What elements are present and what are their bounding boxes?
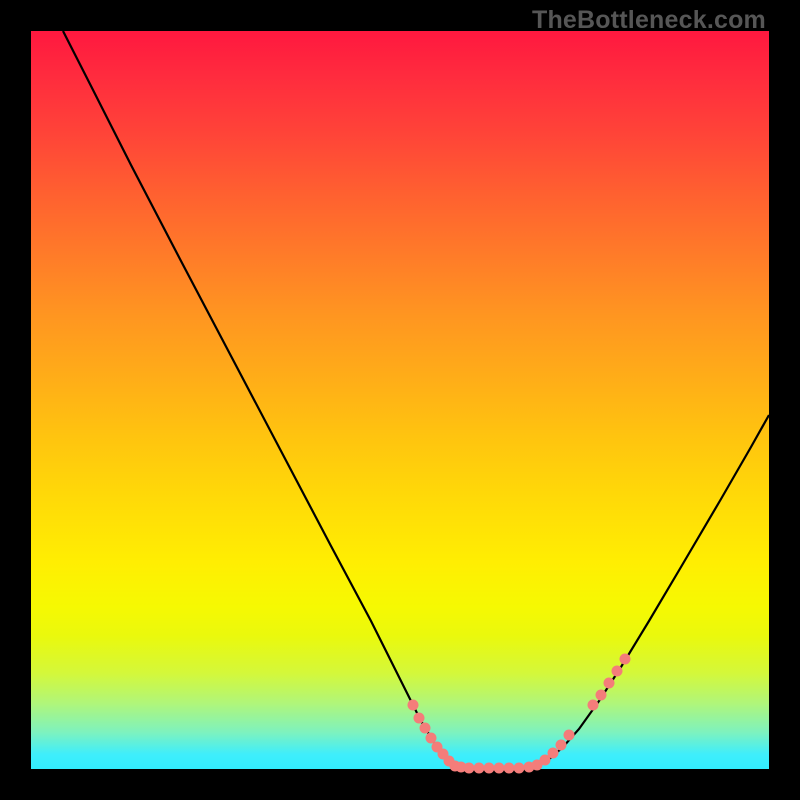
watermark-text: TheBottleneck.com [532, 6, 766, 35]
marker-dot [604, 678, 615, 689]
marker-dot [504, 763, 515, 774]
marker-dot [612, 666, 623, 677]
marker-dot [484, 763, 495, 774]
marker-dot [474, 763, 485, 774]
marker-dot [596, 690, 607, 701]
marker-dot [514, 763, 525, 774]
marker-dot [414, 713, 425, 724]
marker-dot [426, 733, 437, 744]
chart-frame: TheBottleneck.com [0, 0, 800, 800]
marker-dots-right [524, 654, 631, 773]
marker-dot [464, 763, 475, 774]
marker-dot [548, 748, 559, 759]
bottleneck-curve [63, 31, 769, 769]
marker-dot [620, 654, 631, 665]
marker-dot [494, 763, 505, 774]
marker-dot [420, 723, 431, 734]
curve-layer [31, 31, 769, 769]
marker-dot [564, 730, 575, 741]
marker-dot [556, 740, 567, 751]
marker-dots-left [408, 700, 525, 774]
marker-dot [588, 700, 599, 711]
marker-dot [408, 700, 419, 711]
